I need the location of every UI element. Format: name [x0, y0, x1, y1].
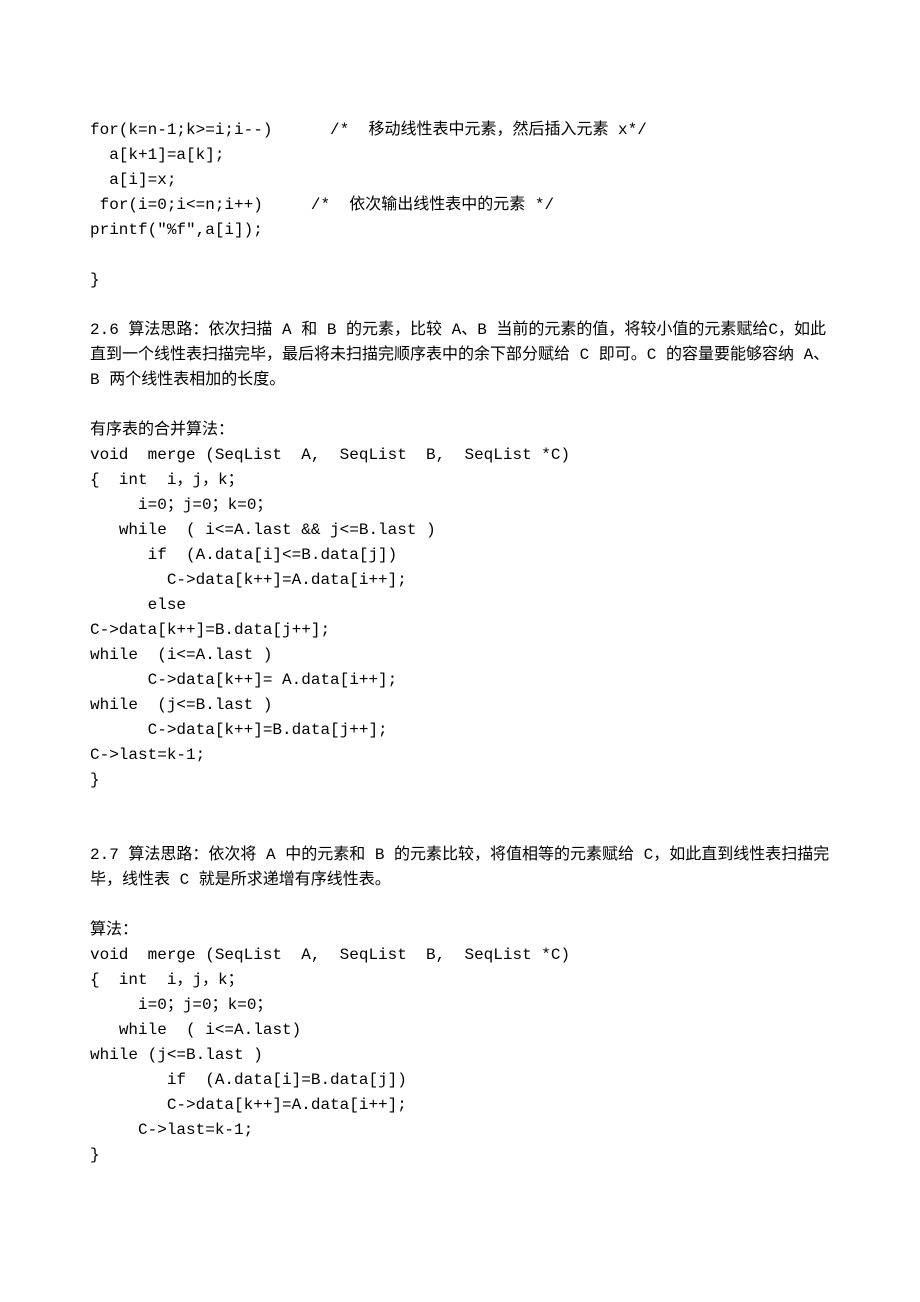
text-line: for(i=0;i<=n;i++) /* 依次输出线性表中的元素 */ — [90, 193, 830, 218]
text-line: 2.7 算法思路：依次将 A 中的元素和 B 的元素比较，将值相等的元素赋给 C… — [90, 843, 830, 893]
text-line: while ( i<=A.last && j<=B.last ) — [90, 518, 830, 543]
text-line: void merge (SeqList A, SeqList B, SeqLis… — [90, 443, 830, 468]
text-line: } — [90, 268, 830, 293]
text-line: 算法： — [90, 918, 830, 943]
text-line: C->data[k++]=B.data[j++]; — [90, 718, 830, 743]
text-line: if (A.data[i]<=B.data[j]) — [90, 543, 830, 568]
text-line: for(k=n-1;k>=i;i--) /* 移动线性表中元素，然后插入元素 x… — [90, 118, 830, 143]
text-line: while (j<=B.last ) — [90, 1043, 830, 1068]
text-line: else — [90, 593, 830, 618]
text-line: { int i，j，k； — [90, 968, 830, 993]
text-line: C->data[k++]= A.data[i++]; — [90, 668, 830, 693]
text-line: a[k+1]=a[k]; — [90, 143, 830, 168]
text-line: while (j<=B.last ) — [90, 693, 830, 718]
document-body: for(k=n-1;k>=i;i--) /* 移动线性表中元素，然后插入元素 x… — [0, 0, 920, 1228]
text-line — [90, 893, 830, 918]
text-line: C->last=k-1; — [90, 743, 830, 768]
text-line — [90, 793, 830, 818]
text-line: C->data[k++]=B.data[j++]; — [90, 618, 830, 643]
text-line: } — [90, 1143, 830, 1168]
text-line: C->last=k-1; — [90, 1118, 830, 1143]
text-line: C->data[k++]=A.data[i++]; — [90, 1093, 830, 1118]
text-line: while ( i<=A.last) — [90, 1018, 830, 1043]
text-line: void merge (SeqList A, SeqList B, SeqLis… — [90, 943, 830, 968]
text-line — [90, 818, 830, 843]
text-line: i=0；j=0；k=0； — [90, 993, 830, 1018]
text-line: a[i]=x; — [90, 168, 830, 193]
text-line: while (i<=A.last ) — [90, 643, 830, 668]
text-line — [90, 393, 830, 418]
text-line: 2.6 算法思路：依次扫描 A 和 B 的元素，比较 A、B 当前的元素的值，将… — [90, 318, 830, 393]
text-line: if (A.data[i]=B.data[j]) — [90, 1068, 830, 1093]
text-line: } — [90, 768, 830, 793]
text-line: printf("%f",a[i]); — [90, 218, 830, 243]
text-line: i=0；j=0；k=0； — [90, 493, 830, 518]
text-line: { int i，j，k； — [90, 468, 830, 493]
text-line: 有序表的合并算法： — [90, 418, 830, 443]
text-line — [90, 293, 830, 318]
text-line: C->data[k++]=A.data[i++]; — [90, 568, 830, 593]
text-line — [90, 243, 830, 268]
